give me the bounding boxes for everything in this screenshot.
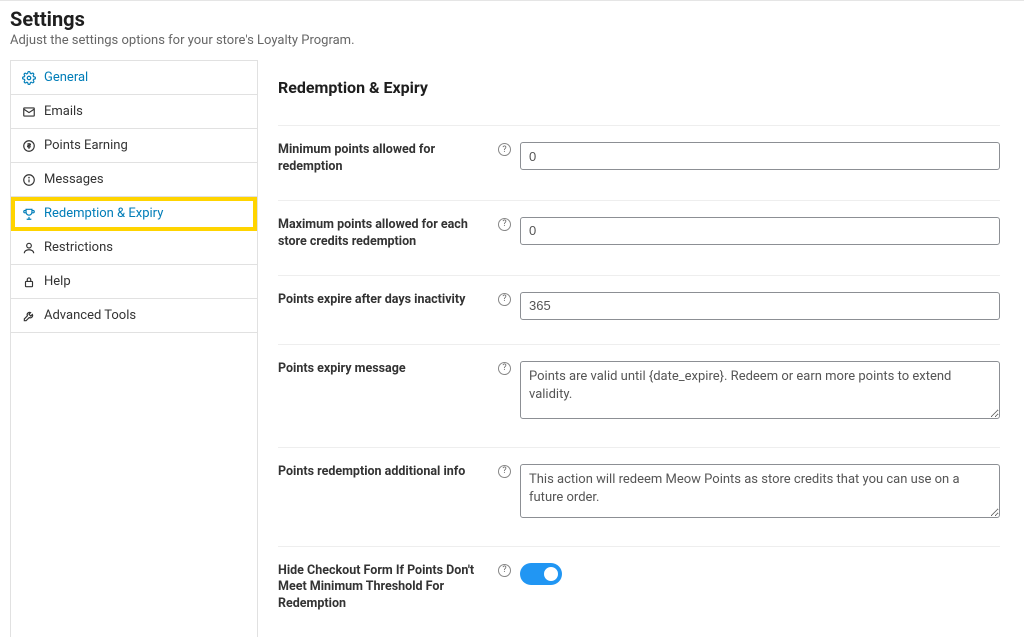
hide-checkout-toggle[interactable] [520,563,562,585]
sidebar-item-label: Messages [44,172,104,187]
expire-days-input[interactable] [520,292,1000,320]
sidebar-item-label: Advanced Tools [44,308,136,323]
field-min-points: Minimum points allowed for redemption ? [278,125,1000,201]
lock-icon [22,275,36,289]
sidebar-item-label: Help [44,274,71,289]
info-icon [22,173,36,187]
field-label: Minimum points allowed for redemption [278,142,488,176]
toggle-knob [543,566,559,582]
field-redeem-info: Points redemption additional info ? [278,448,1000,547]
trophy-icon [22,207,36,221]
help-icon[interactable]: ? [498,218,511,231]
sidebar-item-restrictions[interactable]: Restrictions [11,231,257,265]
sidebar-item-redemption-expiry[interactable]: Redemption & Expiry [11,197,257,231]
sidebar-item-messages[interactable]: Messages [11,163,257,197]
sidebar-item-label: Emails [44,104,83,119]
main-panel: Redemption & Expiry Minimum points allow… [258,60,1014,637]
help-icon[interactable]: ? [498,293,511,306]
gear-icon [22,71,36,85]
field-expiry-message: Points expiry message ? [278,345,1000,448]
sidebar-item-advanced-tools[interactable]: Advanced Tools [11,299,257,333]
field-label: Points redemption additional info [278,464,488,481]
field-hide-checkout: Hide Checkout Form If Points Don't Meet … [278,547,1000,638]
help-icon[interactable]: ? [498,362,511,375]
section-heading: Redemption & Expiry [278,78,1000,97]
field-expire-days: Points expire after days inactivity ? [278,276,1000,345]
wrench-icon [22,309,36,323]
user-icon [22,241,36,255]
help-icon[interactable]: ? [498,143,511,156]
sidebar-item-points-earning[interactable]: Points Earning [11,129,257,163]
field-label: Points expire after days inactivity [278,292,488,309]
dollar-icon [22,139,36,153]
sidebar-item-label: Redemption & Expiry [44,206,163,221]
field-label: Points expiry message [278,361,488,378]
page-subtitle: Adjust the settings options for your sto… [10,33,1014,48]
sidebar-item-label: Points Earning [44,138,128,153]
mail-icon [22,105,36,119]
sidebar-item-general[interactable]: General [11,61,257,95]
sidebar-item-help[interactable]: Help [11,265,257,299]
sidebar-item-emails[interactable]: Emails [11,95,257,129]
min-points-input[interactable] [520,142,1000,170]
page-title: Settings [10,7,1014,31]
field-max-points: Maximum points allowed for each store cr… [278,201,1000,276]
max-points-input[interactable] [520,217,1000,245]
page-header: Settings Adjust the settings options for… [0,1,1024,60]
field-label: Hide Checkout Form If Points Don't Meet … [278,563,488,614]
help-icon[interactable]: ? [498,465,511,478]
sidebar-item-label: Restrictions [44,240,113,255]
redeem-info-textarea[interactable] [520,464,1000,518]
field-label: Maximum points allowed for each store cr… [278,217,488,251]
expiry-message-textarea[interactable] [520,361,1000,419]
help-icon[interactable]: ? [498,564,511,577]
settings-sidebar: General Emails Points Earning Messages [10,60,258,637]
sidebar-item-label: General [44,70,88,85]
